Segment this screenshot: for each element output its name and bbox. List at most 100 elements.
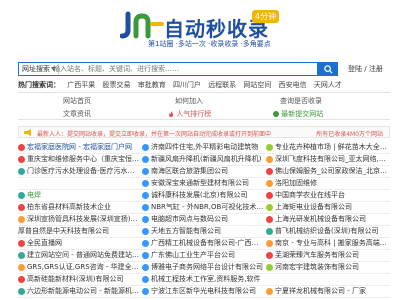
- hot-search-item[interactable]: 网站空间: [243, 81, 271, 89]
- site-favicon-icon: [18, 251, 25, 259]
- site-favicon-icon: [142, 155, 149, 163]
- site-link-label: 深圳飞度科技有限公司_亚太网络,软件开: [275, 155, 388, 163]
- hot-search-row: 热门搜索词： 广西平果 股票交易 审批教育 四川门户 远程联系 网站空间 西安电…: [18, 80, 390, 90]
- news-link[interactable]: 文章资讯: [63, 109, 91, 119]
- site-link-item[interactable]: 厚普自然是中天科技有限公司: [18, 226, 140, 236]
- new-icon: [273, 111, 279, 117]
- site-link-label: 安徽深宝来通新型建材有限公司: [151, 179, 249, 187]
- hot-search-item[interactable]: 广西平果: [67, 81, 95, 89]
- site-favicon-icon: [266, 167, 273, 175]
- site-favicon-icon: [18, 287, 25, 295]
- site-link-label: 中国商学农业在线平台: [275, 191, 345, 199]
- hot-search-item[interactable]: 天网人才: [314, 81, 342, 89]
- search-button[interactable]: [318, 62, 338, 76]
- site-link-item[interactable]: 天地五方智能有限公司: [142, 226, 264, 236]
- site-link-label: 全民直播网: [27, 239, 62, 247]
- site-favicon-icon: [142, 143, 149, 151]
- site-link-label: 专业花卉种植市场 | 鲜花苗木大全 | 绿化: [275, 143, 388, 151]
- site-link-item[interactable]: 电脑超市网点与数码公司: [142, 214, 264, 224]
- site-link-item[interactable]: 深圳飞度科技有限公司_亚太网络,软件开: [266, 154, 388, 164]
- search-input[interactable]: [53, 64, 293, 74]
- new-sites-link[interactable]: 最新提交网站: [273, 109, 323, 119]
- site-favicon-icon: [18, 155, 25, 163]
- site-link-item[interactable]: 南海区联合旅游集团公司: [142, 166, 264, 176]
- site-link-item[interactable]: 河南宏宇建筑装饰有限公司: [266, 262, 388, 272]
- hot-search-item[interactable]: 四川门户: [173, 81, 201, 89]
- site-link-item[interactable]: 宁波江东区新华光电科技有限公司: [142, 286, 264, 296]
- site-link-item[interactable]: 济南四件住宅,外平精彩电动建筑物: [142, 142, 264, 152]
- site-favicon-icon: [266, 227, 273, 235]
- site-link-label: 天地五方智能有限公司: [151, 227, 221, 235]
- search-icon: [323, 64, 333, 74]
- site-link-item[interactable]: 诚科康科技发展(北京)有限公司: [142, 190, 264, 200]
- site-link-label: NBR气缸 - 外NBR,OB可视化技术企业: [151, 203, 264, 211]
- site-link-label: GRS,GRS认证,GRS咨询 - 华建全面网络技: [27, 263, 140, 271]
- site-link-item[interactable]: 全民直播网: [18, 238, 140, 248]
- site-link-item[interactable]: 新疆风扇升降机(新疆风扇机升降机): [142, 154, 264, 164]
- site-link-item[interactable]: 广西精工机械设备有限公司-广西精科: [142, 238, 264, 248]
- site-link-item[interactable]: 专业花卉种植市场 | 鲜花苗木大全 | 绿化: [266, 142, 388, 152]
- site-link-item[interactable]: 重庆宝和维修服务中心（重庆宝恒售后: [18, 154, 140, 164]
- site-link-item[interactable]: 芜湖荣臻汽车服务有限公司: [266, 250, 388, 260]
- site-link-label: 济南四件住宅,外平精彩电动建筑物: [151, 143, 259, 151]
- site-link-item[interactable]: 佛山保姆服务_公司家政保洁_北京保洁公: [266, 166, 388, 176]
- new-sites-label: 最新提交网站: [281, 110, 324, 118]
- top-sites-link[interactable]: 人气排行榜: [168, 109, 211, 119]
- site-link-item[interactable]: 建立网站空间 - 普通网站免费建站,速度: [18, 250, 140, 260]
- site-link-label: 博雅电子商务网络平台设计有限公司: [151, 263, 263, 271]
- hot-search-item[interactable]: 西安电信: [279, 81, 307, 89]
- site-link-label: 宁夏祥龙机械有限公司 - 厂家: [275, 287, 366, 295]
- notice-bar: 最新入人：提交网站收录，提交立即收录，并在第一次网站自动完成收录或打开到前面中 …: [18, 126, 390, 138]
- site-favicon-icon: [142, 203, 149, 211]
- site-link-item[interactable]: 柏东省县材料高新技术企业: [18, 202, 140, 212]
- site-link-item[interactable]: 机械工程技术工作室,资料服务,软件: [142, 274, 264, 284]
- site-link-item[interactable]: NBR气缸 - 外NBR,OB可视化技术企业: [142, 202, 264, 212]
- site-link-item[interactable]: 宏福家庭医院网 - 宏福家庭门户网: [18, 142, 140, 152]
- site-favicon-icon: [142, 287, 149, 295]
- site-link-item[interactable]: 深圳宣扬管具科技发展(深圳宣扬)有限: [18, 214, 140, 224]
- join-link[interactable]: 如何加入: [175, 96, 203, 106]
- register-link[interactable]: 注册: [369, 65, 383, 73]
- site-favicon-icon: [142, 179, 149, 187]
- site-link-label: 柏东省县材料高新技术企业: [27, 203, 111, 211]
- site-link-label: 电脑超市网点与数码公司: [151, 215, 228, 223]
- site-favicon-icon: [142, 191, 149, 199]
- site-favicon-icon: [142, 227, 149, 235]
- site-link-item[interactable]: 六边形新能源电动公司 - 新能源机床服务: [18, 286, 140, 296]
- site-link-item[interactable]: 门诊医疗污水处理设备-医疗污水处理一体: [18, 166, 140, 176]
- site-favicon-icon: [18, 263, 25, 271]
- site-link-item[interactable]: 南京 - 专业与高科 | 搬家服务高端公司: [266, 238, 388, 248]
- site-favicon-icon: [18, 203, 25, 211]
- home-link[interactable]: 网站首页: [63, 96, 91, 106]
- site-link-label: 南京 - 专业与高科 | 搬家服务高端公司: [275, 239, 388, 247]
- site-link-item[interactable]: 博雅电子商务网络平台设计有限公司: [142, 262, 264, 272]
- site-link-item[interactable]: 洛阳加固维修: [266, 178, 388, 188]
- site-link-label: 广东佛山工业生产平台公司: [151, 251, 235, 259]
- site-link-item[interactable]: 电焊: [18, 190, 140, 200]
- site-favicon-icon: [266, 143, 273, 151]
- search-box: 网址搜索: [18, 62, 318, 76]
- site-link-item[interactable]: 广东佛山工业生产平台公司: [142, 250, 264, 260]
- site-favicon-icon: [142, 167, 149, 175]
- hot-search-item[interactable]: 股票交易: [102, 81, 130, 89]
- site-link-item[interactable]: 上海光研发机械设备有限公司: [266, 214, 388, 224]
- site-link-label: 芜湖荣臻汽车服务有限公司: [275, 251, 359, 259]
- login-link[interactable]: 登陆: [348, 65, 362, 73]
- site-link-item[interactable]: 高新硅能新材料(深圳)有限公司: [18, 274, 140, 284]
- query-link[interactable]: 查询是否收录: [280, 96, 322, 106]
- site-link-label: 高新硅能新材料(深圳)有限公司: [27, 275, 124, 283]
- site-link-item[interactable]: 上海矩电业设备有限公司: [266, 202, 388, 212]
- site-link-label: 上海光研发机械设备有限公司: [275, 215, 366, 223]
- hot-search-item[interactable]: 远程联系: [208, 81, 236, 89]
- megaphone-icon: [24, 129, 31, 136]
- site-link-item[interactable]: 普飞机械纺织设备(深圳)有限公司: [266, 226, 388, 236]
- site-link-item[interactable]: 中国商学农业在线平台: [266, 190, 388, 200]
- site-favicon-icon: [142, 215, 149, 223]
- hot-search-item[interactable]: 审批教育: [138, 81, 166, 89]
- site-link-item[interactable]: 安徽深宝来通新型建材有限公司: [142, 178, 264, 188]
- site-logo[interactable]: 自动秒收录 4分钟 第1站圈 ·多站一次 ·收录收录 ·多角要点: [120, 10, 285, 50]
- site-favicon-icon: [266, 287, 273, 295]
- site-link-item[interactable]: 宁夏祥龙机械有限公司 - 厂家: [266, 286, 388, 296]
- site-favicon-icon: [266, 251, 273, 259]
- site-link-item[interactable]: GRS,GRS认证,GRS咨询 - 华建全面网络技: [18, 262, 140, 272]
